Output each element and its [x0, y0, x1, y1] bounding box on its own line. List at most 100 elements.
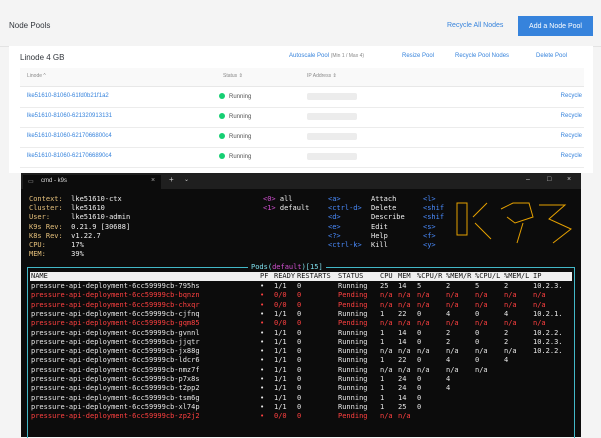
column-status[interactable]: Status ⇕ — [223, 73, 243, 79]
pod-mem: n/a — [398, 412, 411, 421]
info-line: CPU: 17% — [29, 241, 84, 250]
close-tab-icon[interactable]: × — [151, 177, 155, 184]
pod-row[interactable]: pressure-api-deployment-6cc59999cb-zp2j2… — [30, 412, 572, 421]
pod-mem-l: n/a — [504, 291, 517, 300]
column-restarts[interactable]: RESTARTS — [297, 272, 331, 281]
column-pf[interactable]: PF — [260, 272, 268, 281]
delete-pool-link[interactable]: Delete Pool — [536, 53, 567, 59]
hint-label: Kill — [371, 241, 388, 250]
recycle-node-link[interactable]: Recycle — [561, 113, 582, 119]
pod-row[interactable]: pressure-api-deployment-6cc59999cb-nmz7f… — [30, 366, 572, 375]
column-mem-r[interactable]: %MEM/R — [446, 272, 471, 281]
pod-row[interactable]: pressure-api-deployment-6cc59999cb-p7x8s… — [30, 375, 572, 384]
pod-mem: 14 — [398, 328, 407, 337]
column-name[interactable]: NAME — [31, 272, 48, 281]
pod-row[interactable]: pressure-api-deployment-6cc59999cb-gvnnl… — [30, 329, 572, 338]
pod-mem-r: n/a — [446, 319, 459, 328]
pod-row[interactable]: pressure-api-deployment-6cc59999cb-jjqtr… — [30, 338, 572, 347]
pod-cpu: n/a — [380, 347, 393, 356]
pod-mem: 14 — [398, 337, 407, 346]
hint-key: <a> — [328, 195, 341, 203]
minimize-icon[interactable]: – — [526, 176, 530, 183]
column-status[interactable]: STATUS — [338, 272, 363, 281]
pod-mem-l: 2 — [504, 282, 509, 290]
info-line: User: lke51610-admin — [29, 213, 131, 222]
pod-restarts: 0 — [297, 319, 302, 328]
linode-label-link[interactable]: lke51610-81060-621320913131 — [27, 113, 112, 119]
pod-row[interactable]: pressure-api-deployment-6cc59999cb-tsm6g… — [30, 394, 572, 403]
pod-ready: 0/0 — [274, 319, 287, 328]
pod-row[interactable]: pressure-api-deployment-6cc59999cb-ldcr6… — [30, 356, 572, 365]
pod-row[interactable]: pressure-api-deployment-6cc59999cb-jx88g… — [30, 347, 572, 356]
pod-ip: n/a — [533, 319, 546, 328]
pod-mem-r: 4 — [446, 356, 451, 365]
pod-cpu: n/a — [380, 412, 393, 421]
linode-label-link[interactable]: lke51610-81060-6217066890c4 — [27, 153, 112, 159]
pod-ip: 10.2.3. — [533, 282, 563, 290]
pod-status: Running — [338, 375, 368, 383]
pod-row[interactable]: pressure-api-deployment-6cc59999cb-795hs… — [30, 282, 572, 291]
pod-cpu-l: n/a — [475, 319, 488, 328]
pod-mem-r: 2 — [446, 328, 451, 337]
pod-status: Running — [338, 356, 368, 365]
recycle-all-nodes-link[interactable]: Recycle All Nodes — [447, 22, 503, 29]
namespace-shortcut[interactable]: <1> default — [263, 204, 309, 213]
table-row: lke51610-81060-621320913131 Running Recy… — [20, 107, 584, 128]
status-cell: Running — [219, 113, 251, 120]
pod-row[interactable]: pressure-api-deployment-6cc59999cb-xl74p… — [30, 403, 572, 412]
pod-ready: 0/0 — [274, 291, 287, 300]
pod-row[interactable]: pressure-api-deployment-6cc59999cb-bqnzn… — [30, 291, 572, 300]
pod-mem-r: 4 — [446, 375, 451, 383]
pod-row[interactable]: pressure-api-deployment-6cc59999cb-chxqr… — [30, 301, 572, 310]
pod-mem: 24 — [398, 384, 407, 393]
column-ready[interactable]: READY — [274, 272, 295, 281]
column-ip-address[interactable]: IP Address ⇕ — [307, 73, 337, 79]
recycle-node-link[interactable]: Recycle — [561, 93, 582, 99]
pod-mem: 14 — [398, 282, 407, 290]
linode-label-link[interactable]: lke51610-81060-61fd0b21f1a2 — [27, 93, 109, 99]
maximize-icon[interactable]: □ — [547, 176, 551, 183]
recycle-node-link[interactable]: Recycle — [561, 153, 582, 159]
column-ip[interactable]: IP — [533, 272, 541, 281]
column-cpu-l[interactable]: %CPU/L — [475, 272, 500, 281]
column-linode[interactable]: Linode ^ — [27, 73, 46, 79]
new-tab-icon[interactable]: + — [169, 175, 174, 184]
pod-row[interactable]: pressure-api-deployment-6cc59999cb-t2pp2… — [30, 384, 572, 393]
namespace-shortcut[interactable]: <0> all — [263, 195, 309, 204]
hint-key: <y> — [423, 241, 436, 250]
column-cpu-r[interactable]: %CPU/R — [417, 272, 442, 281]
pod-pf: • — [260, 365, 265, 374]
hint-label: Delete — [371, 204, 397, 213]
pod-cpu: n/a — [380, 300, 393, 309]
terminal-titlebar: ▭ cmd - k9s × + ⌄ – □ × — [21, 173, 581, 189]
column-cpu[interactable]: CPU — [380, 272, 393, 281]
pod-restarts: 0 — [297, 365, 302, 374]
pod-restarts: 0 — [297, 328, 302, 337]
autoscale-range: (Min 1 / Max 4) — [330, 53, 365, 59]
pod-cpu-l: 0 — [475, 356, 480, 365]
pod-mem: 25 — [398, 402, 407, 411]
terminal-tab[interactable]: ▭ cmd - k9s × — [23, 175, 161, 189]
chevron-down-icon[interactable]: ⌄ — [184, 176, 189, 183]
pod-row[interactable]: pressure-api-deployment-6cc59999cb-cjfnq… — [30, 310, 572, 319]
pod-cpu-l: 5 — [475, 282, 480, 290]
column-mem-l[interactable]: %MEM/L — [504, 272, 529, 281]
pod-restarts: 0 — [297, 356, 302, 365]
recycle-pool-nodes-link[interactable]: Recycle Pool Nodes — [455, 53, 509, 59]
pod-name: pressure-api-deployment-6cc59999cb-zp2j2 — [31, 412, 200, 421]
pod-status: Running — [338, 309, 368, 318]
resize-pool-link[interactable]: Resize Pool — [402, 53, 434, 59]
hint-key: <shif — [423, 213, 445, 222]
close-window-icon[interactable]: × — [567, 176, 571, 183]
status-cell: Running — [219, 153, 251, 160]
column-mem[interactable]: MEM — [398, 272, 411, 281]
autoscale-pool-link[interactable]: Autoscale Pool (Min 1 / Max 4) — [289, 53, 364, 59]
linode-label-link[interactable]: lke51610-81060-6217066800c4 — [27, 133, 112, 139]
pod-pf: • — [260, 291, 265, 300]
pod-row[interactable]: pressure-api-deployment-6cc59999cb-gqm85… — [30, 319, 572, 328]
recycle-node-link[interactable]: Recycle — [561, 133, 582, 139]
info-line: Cluster: lke51610 — [29, 204, 105, 213]
pod-cpu: 1 — [380, 402, 385, 411]
pod-ip: 10.2.2. — [533, 347, 563, 356]
add-node-pool-button[interactable]: Add a Node Pool — [518, 16, 593, 36]
